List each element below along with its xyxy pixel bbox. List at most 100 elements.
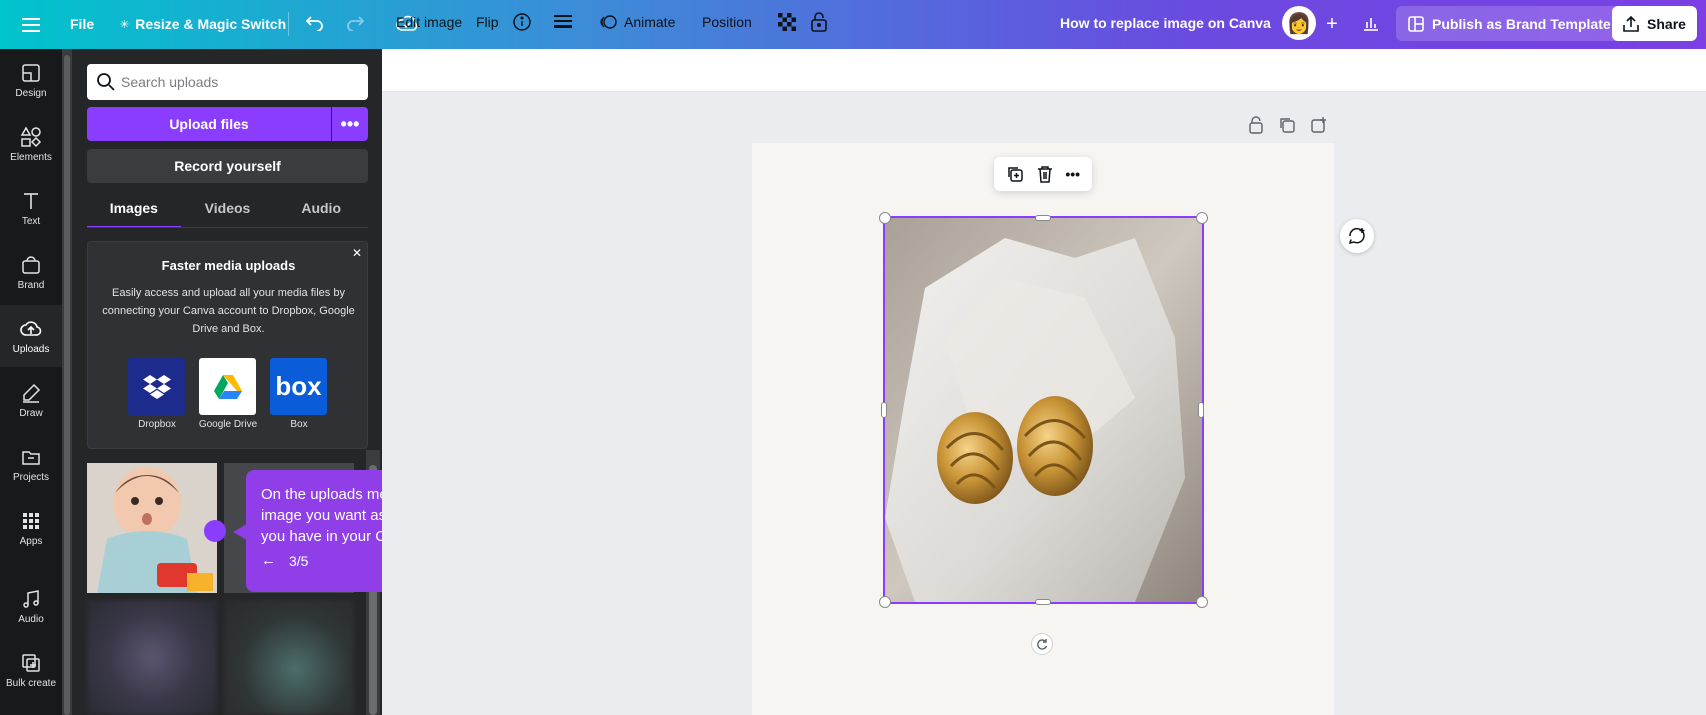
uploaded-image-thumbnail[interactable] — [224, 600, 354, 715]
insights-icon[interactable] — [1356, 8, 1386, 38]
animate-button[interactable]: Animate — [600, 7, 675, 37]
design-icon — [22, 63, 40, 82]
hamburger-menu-icon[interactable] — [18, 12, 44, 38]
page-toolbar — [1248, 116, 1328, 134]
provider-label: Dropbox — [138, 419, 176, 430]
rail-label: Text — [21, 215, 41, 227]
more-options-icon[interactable]: ••• — [332, 107, 368, 141]
resize-magic-switch-button[interactable]: ✳ Resize & Magic Switch — [112, 7, 294, 41]
tutorial-hotspot[interactable] — [204, 520, 226, 542]
duplicate-icon[interactable] — [1006, 165, 1024, 183]
provider-label: Box — [290, 419, 308, 430]
edit-image-button[interactable]: Edit image — [396, 7, 462, 37]
back-arrow-icon[interactable]: ← — [261, 552, 279, 570]
resize-handle[interactable] — [879, 596, 891, 608]
media-uploads-card: ✕ Faster media uploads Easily access and… — [87, 241, 368, 449]
card-description: Easily access and upload all your media … — [102, 287, 355, 335]
rail-item-projects[interactable]: Projects — [0, 433, 62, 495]
google-drive-icon — [199, 358, 256, 415]
projects-icon — [22, 450, 40, 465]
rail-label: Apps — [19, 535, 43, 547]
rail-label: Projects — [12, 471, 50, 483]
tab-audio[interactable]: Audio — [274, 196, 368, 228]
resize-handle[interactable] — [1196, 596, 1208, 608]
box-provider[interactable]: box Box — [270, 358, 328, 430]
rail-item-draw[interactable]: Draw — [0, 369, 62, 431]
upload-files-button[interactable]: Upload files — [87, 107, 331, 141]
record-yourself-button[interactable]: Record yourself — [87, 149, 368, 183]
tooltip-pointer — [233, 524, 247, 540]
flip-button[interactable]: Flip — [476, 7, 499, 37]
selected-photo[interactable] — [883, 216, 1204, 604]
resize-handle[interactable] — [1198, 402, 1204, 418]
rail-label: Design — [15, 87, 47, 99]
add-comment-icon[interactable] — [1340, 219, 1374, 253]
box-icon: box — [270, 358, 327, 415]
brand-icon — [22, 255, 40, 274]
resize-handle[interactable] — [879, 212, 891, 224]
rail-item-elements[interactable]: Elements — [0, 113, 62, 175]
add-collaborator-icon[interactable]: + — [1318, 10, 1346, 38]
share-label: Share — [1647, 15, 1686, 32]
resize-handle[interactable] — [1196, 212, 1208, 224]
animate-icon — [600, 15, 617, 29]
rail-label: Elements — [10, 151, 52, 163]
tab-images[interactable]: Images — [87, 196, 181, 228]
rail-item-audio[interactable]: Audio — [0, 575, 62, 637]
add-page-icon[interactable] — [1310, 116, 1328, 134]
toolbar-divider — [288, 12, 289, 36]
rail-item-design[interactable]: Design — [0, 49, 62, 111]
tooltip-step-counter: 3/5 — [289, 553, 309, 569]
lock-icon[interactable] — [810, 7, 828, 37]
rail-item-bulk-create[interactable]: Bulk create — [0, 639, 62, 701]
share-button[interactable]: Share — [1612, 6, 1697, 41]
tab-videos[interactable]: Videos — [181, 196, 275, 228]
rotate-icon[interactable] — [1031, 633, 1053, 655]
publish-brand-template-button[interactable]: Publish as Brand Template — [1396, 6, 1623, 41]
position-button[interactable]: Position — [702, 7, 752, 37]
info-icon[interactable] — [512, 7, 532, 37]
resize-handle[interactable] — [881, 402, 887, 418]
uploaded-image-thumbnail[interactable] — [87, 600, 217, 715]
card-title: Faster media uploads — [161, 258, 296, 273]
uploads-tabs: Images Videos Audio — [87, 196, 368, 228]
rail-item-brand[interactable]: Brand — [0, 241, 62, 303]
uploaded-image-thumbnail[interactable] — [87, 463, 217, 593]
page-lock-icon[interactable] — [1248, 116, 1264, 134]
template-icon — [1408, 15, 1424, 32]
uploads-icon — [20, 320, 42, 336]
text-icon — [24, 192, 38, 209]
dropbox-provider[interactable]: Dropbox — [128, 358, 186, 430]
tabs-divider — [87, 227, 368, 228]
google-drive-provider[interactable]: Google Drive — [199, 358, 257, 430]
redo-icon[interactable] — [340, 8, 370, 38]
resize-handle[interactable] — [1035, 215, 1051, 221]
elements-icon — [20, 125, 42, 147]
apps-icon — [23, 512, 39, 529]
publish-label: Publish as Brand Template — [1432, 15, 1611, 32]
border-style-icon[interactable] — [554, 7, 572, 37]
more-options-icon[interactable]: ••• — [1065, 166, 1080, 182]
panel-scrollbar-thumb[interactable] — [64, 55, 70, 715]
duplicate-page-icon[interactable] — [1278, 116, 1296, 134]
context-toolbar — [382, 49, 1706, 92]
file-menu-button[interactable]: File — [62, 7, 102, 41]
trash-icon[interactable] — [1036, 165, 1054, 183]
rail-item-uploads[interactable]: Uploads — [0, 305, 62, 367]
top-bar: File ✳ Resize & Magic Switch How to repl… — [0, 0, 1706, 49]
undo-icon[interactable] — [300, 8, 330, 38]
search-input[interactable]: Search uploads — [87, 64, 368, 100]
search-placeholder: Search uploads — [121, 74, 219, 90]
rail-label: Brand — [17, 279, 45, 291]
element-context-menu: ••• — [994, 157, 1092, 191]
resize-label: Resize & Magic Switch — [135, 16, 287, 32]
avatar[interactable]: 👩 — [1282, 6, 1316, 40]
transparency-icon[interactable] — [778, 7, 796, 37]
document-title[interactable]: How to replace image on Canva — [1060, 15, 1271, 31]
audio-icon — [23, 589, 39, 608]
rail-item-apps[interactable]: Apps — [0, 497, 62, 559]
resize-handle[interactable] — [1035, 599, 1051, 605]
rail-label: Audio — [18, 613, 44, 625]
draw-icon — [23, 383, 41, 403]
rail-item-text[interactable]: Text — [0, 177, 62, 239]
